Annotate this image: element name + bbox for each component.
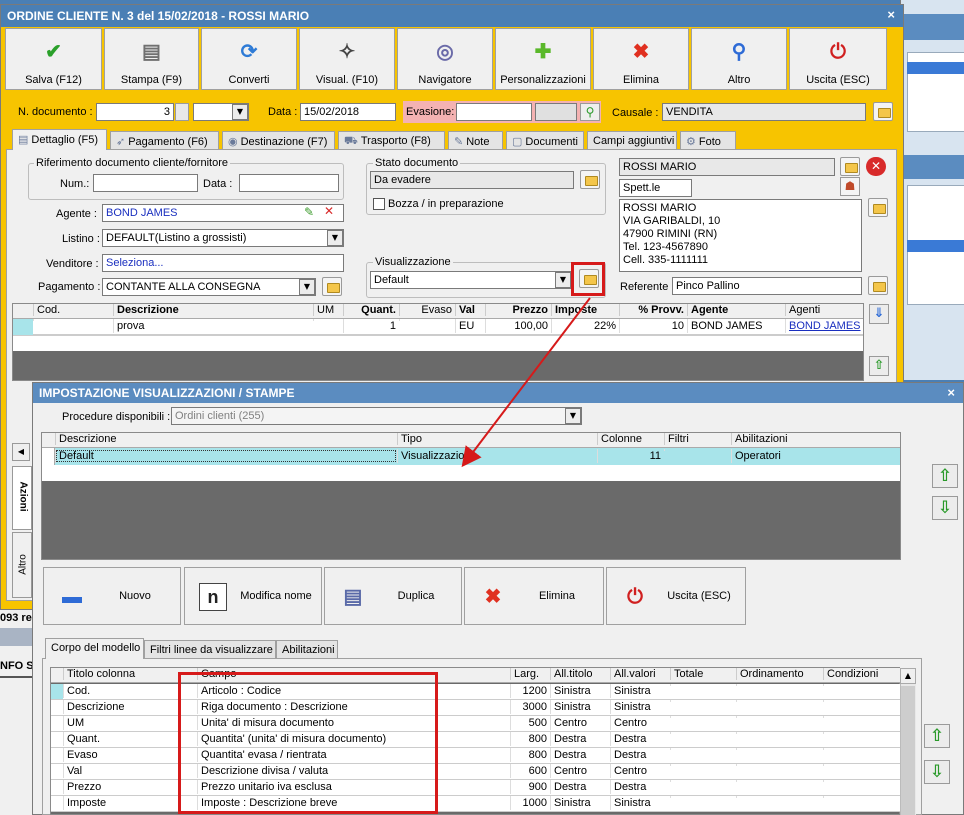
tab-dettaglio-f[interactable]: ▤ Dettaglio (F5) xyxy=(12,129,107,150)
tab-icon: ▤ xyxy=(18,134,29,146)
pointer-arrow xyxy=(461,297,591,468)
dialog-tab-corpo-del-modello[interactable]: Corpo del modello xyxy=(45,638,144,659)
tab-label: Dettaglio (F5) xyxy=(31,134,99,146)
